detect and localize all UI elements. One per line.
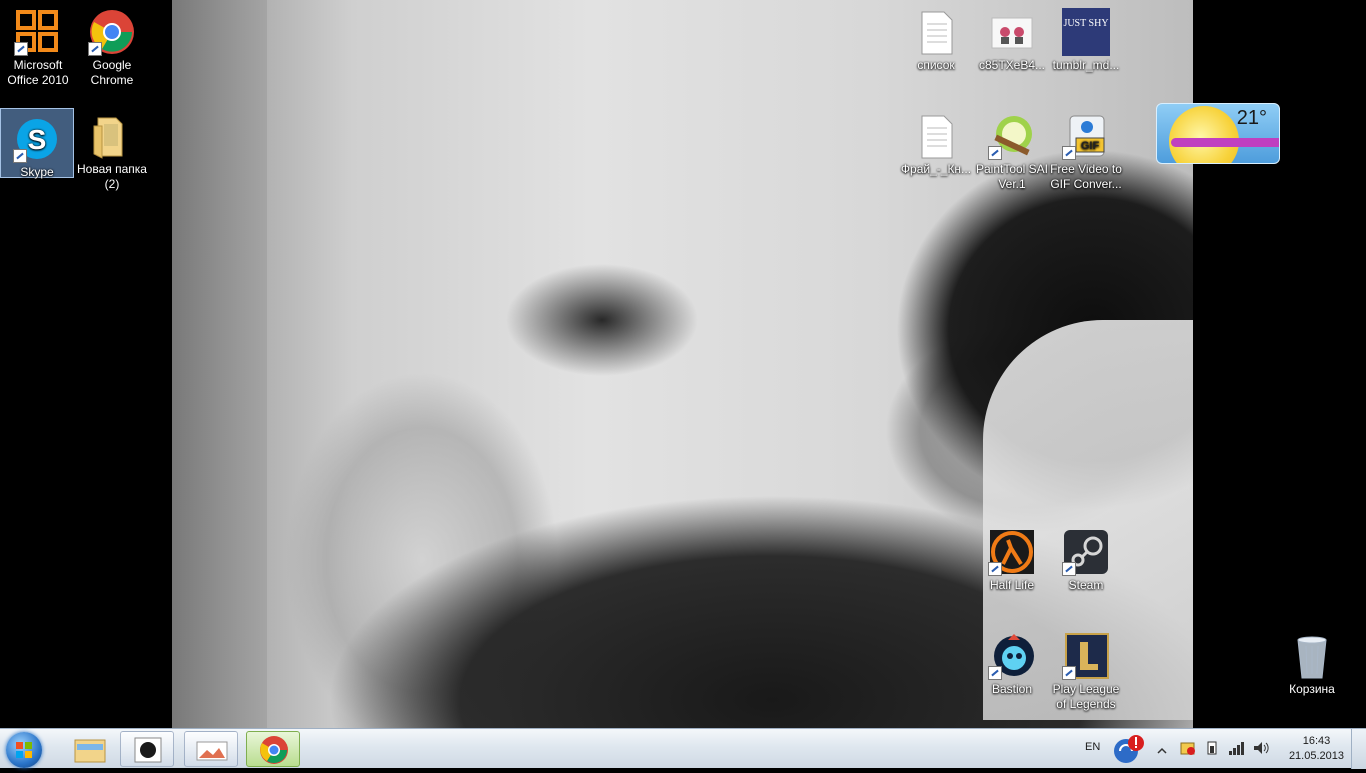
shortcut-arrow-icon	[13, 149, 27, 163]
icon-label: Microsoft Office 2010	[7, 58, 69, 87]
desktop-icon-steam[interactable]: Steam	[1048, 520, 1124, 593]
half-life-icon	[988, 528, 1036, 576]
svg-text:GIF: GIF	[1081, 140, 1100, 152]
redacted-overlay	[1171, 138, 1279, 147]
show-hidden-icons-chevron-icon[interactable]	[1157, 743, 1167, 754]
desktop-icon-new-folder[interactable]: Новая папка (2)	[74, 104, 150, 192]
icon-label: c85TXeB4...	[978, 58, 1046, 72]
taskbar-clock[interactable]: 16:43 21.05.2013	[1289, 734, 1344, 764]
icon-label: PaintTool SAI Ver.1	[975, 162, 1049, 191]
recycle-bin-icon	[1288, 632, 1336, 680]
image-viewer-icon	[196, 741, 228, 761]
desktop-icon-recycle-bin[interactable]: Корзина	[1274, 624, 1350, 697]
folder-icon	[88, 112, 136, 160]
text-document-icon	[912, 8, 960, 56]
bastion-icon	[988, 632, 1036, 680]
steam-icon	[1062, 528, 1110, 576]
desktop-icon-fray[interactable]: Фрай_-_Кн...	[898, 104, 974, 177]
gif-converter-icon: GIF	[1062, 112, 1110, 160]
icon-label: Free Video to GIF Conver...	[1050, 162, 1122, 191]
image-thumbnail-icon: JUST SHY	[1062, 8, 1110, 56]
wallpaper-wall-shade	[172, 0, 267, 728]
shortcut-arrow-icon	[988, 146, 1002, 160]
desktop-icon-bastion[interactable]: Bastion	[974, 624, 1050, 697]
tray-action-center-icon[interactable]	[1180, 740, 1196, 756]
icon-label: tumblr_md...	[1052, 58, 1120, 72]
text-document-icon	[912, 112, 960, 160]
icon-label: Half Life	[989, 578, 1035, 592]
desktop-icon-half-life[interactable]: Half Life	[974, 520, 1050, 593]
thumbnail-text: JUST SHY	[1063, 18, 1109, 29]
icon-label: Новая папка (2)	[77, 162, 147, 191]
desktop-icon-painttool-sai[interactable]: PaintTool SAI Ver.1	[974, 104, 1050, 192]
painttool-sai-icon	[988, 112, 1036, 160]
shortcut-arrow-icon	[1062, 666, 1076, 680]
icon-label: Фрай_-_Кн...	[900, 162, 972, 176]
icon-label: Bastion	[991, 682, 1033, 696]
taskbar-chrome-button[interactable]	[246, 731, 300, 767]
icon-label: Steam	[1068, 578, 1104, 592]
league-of-legends-icon	[1062, 632, 1110, 680]
weather-gadget[interactable]: 21°	[1156, 103, 1280, 164]
desktop-icon-tumblr[interactable]: JUST SHY tumblr_md...	[1048, 0, 1124, 73]
icon-label: Skype	[20, 165, 54, 179]
taskbar-explorer-button[interactable]	[62, 731, 116, 767]
clock-date: 21.05.2013	[1288, 750, 1344, 762]
google-chrome-icon	[88, 8, 136, 56]
shortcut-arrow-icon	[988, 562, 1002, 576]
shortcut-arrow-icon	[988, 666, 1002, 680]
google-chrome-icon	[260, 736, 288, 764]
shortcut-arrow-icon	[1062, 146, 1076, 160]
language-indicator[interactable]: EN	[1085, 741, 1100, 753]
tray-update-alert-icon[interactable]	[1112, 733, 1146, 765]
icon-label: Play League of Legends	[1052, 682, 1120, 711]
windows-logo-icon	[16, 742, 32, 758]
desktop-icon-c85txeb4[interactable]: c85TXeB4...	[974, 0, 1050, 73]
sun-icon	[1169, 106, 1239, 163]
start-button[interactable]	[6, 732, 42, 768]
desktop-icon-free-video-to-gif[interactable]: GIF Free Video to GIF Conver...	[1048, 104, 1124, 192]
icon-label: список	[917, 58, 955, 72]
shortcut-arrow-icon	[88, 42, 102, 56]
microsoft-office-icon	[14, 8, 62, 56]
show-desktop-button[interactable]	[1351, 729, 1366, 769]
skype-icon: S	[13, 115, 61, 163]
tray-power-icon[interactable]	[1204, 740, 1220, 756]
desktop-icon-microsoft-office[interactable]: Microsoft Office 2010	[0, 0, 76, 88]
desktop-icon-league-of-legends[interactable]: Play League of Legends	[1048, 624, 1124, 712]
folder-icon	[74, 739, 106, 763]
icon-label: Корзина	[1289, 682, 1335, 696]
tray-network-icon[interactable]	[1228, 740, 1246, 756]
tray-volume-icon[interactable]	[1252, 740, 1270, 756]
taskbar-image-app-button[interactable]	[184, 731, 238, 767]
hp-icon	[134, 737, 162, 763]
icon-label: Google Chrome	[90, 58, 134, 87]
clock-time: 16:43	[1302, 735, 1331, 747]
taskbar-hp-button[interactable]	[120, 731, 174, 767]
svg-text:S: S	[28, 124, 47, 155]
desktop-icon-skype[interactable]: S Skype	[0, 108, 74, 179]
desktop-icon-spisok[interactable]: список	[898, 0, 974, 73]
image-thumbnail-icon	[988, 8, 1036, 56]
shortcut-arrow-icon	[1062, 562, 1076, 576]
taskbar: EN 16:43 21.05.2013	[0, 728, 1366, 769]
weather-temperature: 21°	[1236, 107, 1267, 129]
shortcut-arrow-icon	[14, 42, 28, 56]
desktop-icon-google-chrome[interactable]: Google Chrome	[74, 0, 150, 88]
